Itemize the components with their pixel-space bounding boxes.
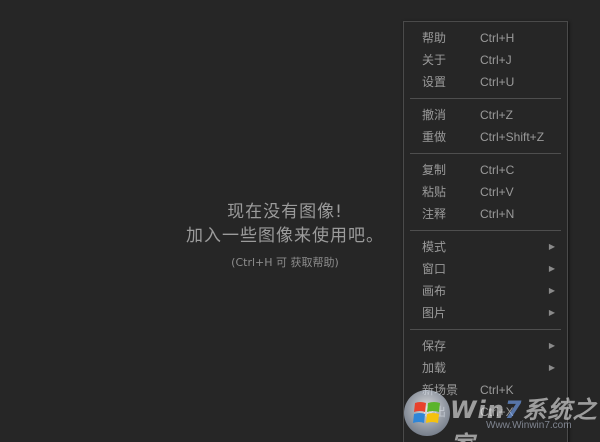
menu-item-label: 注释 <box>422 207 447 221</box>
menu-item-image[interactable]: 图片 ▶ <box>404 302 567 324</box>
windows-logo-icon <box>404 390 450 436</box>
menu-item-save[interactable]: 保存 ▶ <box>404 335 567 357</box>
menu-item-label: 窗口 <box>422 262 447 276</box>
menu-item-shortcut: Ctrl+C <box>480 163 515 177</box>
menu-item-label: 保存 <box>422 339 447 353</box>
menu-item-redo[interactable]: 重做 Ctrl+Shift+Z <box>404 126 567 148</box>
empty-state-subtitle: 加入一些图像来使用吧。 <box>186 226 384 246</box>
watermark-url: Www.Winwin7.com <box>486 420 572 431</box>
menu-item-label: 帮助 <box>422 31 447 45</box>
submenu-arrow-icon: ▶ <box>548 286 555 295</box>
menu-item-shortcut: Ctrl+Z <box>480 108 513 122</box>
empty-state-title: 现在没有图像! <box>227 202 343 222</box>
menu-item-shortcut: Ctrl+V <box>480 185 514 199</box>
submenu-arrow-icon: ▶ <box>548 242 555 251</box>
menu-item-label: 粘贴 <box>422 185 447 199</box>
menu-item-label: 加载 <box>422 361 447 375</box>
menu-item-about[interactable]: 关于 Ctrl+J <box>404 49 567 71</box>
menu-item-mode[interactable]: 模式 ▶ <box>404 236 567 258</box>
menu-item-label: 模式 <box>422 240 447 254</box>
watermark: Win7系统之家 Www.Winwin7.com <box>400 382 600 442</box>
context-menu: 帮助 Ctrl+H 关于 Ctrl+J 设置 Ctrl+U 撤消 Ctrl+Z 重做 Ct… <box>403 21 568 442</box>
menu-item-shortcut: Ctrl+N <box>480 207 515 221</box>
menu-item-copy[interactable]: 复制 Ctrl+C <box>404 159 567 181</box>
menu-separator <box>410 230 561 231</box>
submenu-arrow-icon: ▶ <box>548 363 555 372</box>
menu-item-label: 复制 <box>422 163 447 177</box>
menu-item-shortcut: Ctrl+H <box>480 31 515 45</box>
menu-item-label: 画布 <box>422 284 447 298</box>
menu-item-label: 设置 <box>422 75 447 89</box>
empty-state-message: 现在没有图像! 加入一些图像来使用吧。 (Ctrl+H 可 获取帮助) <box>150 200 420 270</box>
submenu-arrow-icon: ▶ <box>548 264 555 273</box>
empty-state-hint: (Ctrl+H 可 获取帮助) <box>231 256 339 269</box>
watermark-brand: Win7系统之家 <box>450 390 600 442</box>
menu-item-window[interactable]: 窗口 ▶ <box>404 258 567 280</box>
menu-item-load[interactable]: 加载 ▶ <box>404 357 567 379</box>
menu-item-label: 重做 <box>422 130 447 144</box>
submenu-arrow-icon: ▶ <box>548 341 555 350</box>
menu-item-shortcut: Ctrl+J <box>480 53 512 67</box>
menu-item-help[interactable]: 帮助 Ctrl+H <box>404 27 567 49</box>
menu-item-paste[interactable]: 粘贴 Ctrl+V <box>404 181 567 203</box>
submenu-arrow-icon: ▶ <box>548 308 555 317</box>
menu-item-settings[interactable]: 设置 Ctrl+U <box>404 71 567 93</box>
menu-item-annotate[interactable]: 注释 Ctrl+N <box>404 203 567 225</box>
menu-item-canvas[interactable]: 画布 ▶ <box>404 280 567 302</box>
menu-item-label: 图片 <box>422 306 447 320</box>
menu-separator <box>410 98 561 99</box>
menu-item-label: 撤消 <box>422 108 447 122</box>
menu-item-label: 关于 <box>422 53 447 67</box>
menu-item-undo[interactable]: 撤消 Ctrl+Z <box>404 104 567 126</box>
menu-separator <box>410 329 561 330</box>
app-window: 现在没有图像! 加入一些图像来使用吧。 (Ctrl+H 可 获取帮助) 帮助 Ct… <box>0 0 600 442</box>
menu-item-shortcut: Ctrl+U <box>480 75 515 89</box>
menu-item-shortcut: Ctrl+Shift+Z <box>480 130 545 144</box>
menu-separator <box>410 153 561 154</box>
